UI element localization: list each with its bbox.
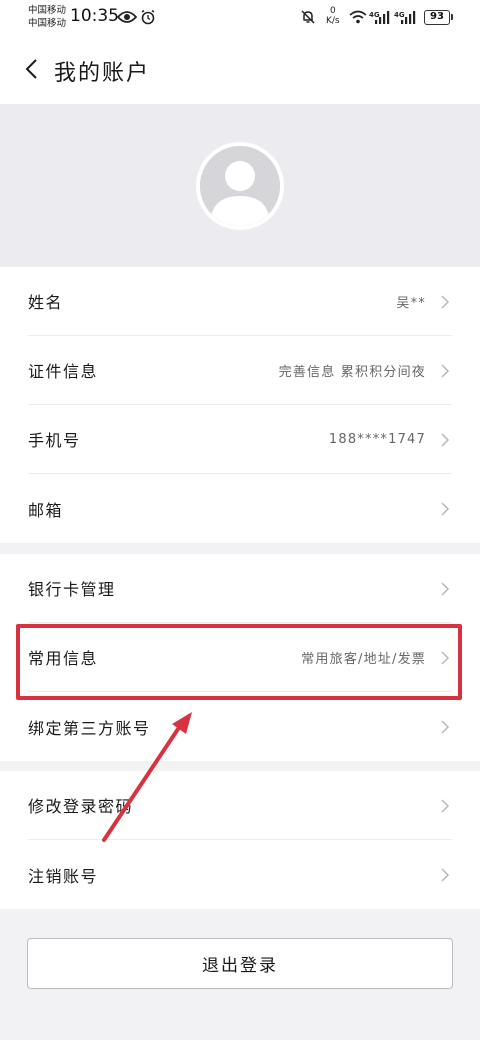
list-item-bank-cards[interactable]: 银行卡管理 bbox=[28, 554, 452, 623]
chevron-right-icon bbox=[441, 433, 450, 447]
row-label: 注销账号 bbox=[28, 866, 99, 886]
logout-button[interactable]: 退出登录 bbox=[27, 938, 453, 989]
chevron-right-icon bbox=[441, 502, 450, 516]
list-item-phone[interactable]: 手机号 188****1747 bbox=[28, 405, 452, 474]
row-label: 手机号 bbox=[28, 431, 81, 450]
clock: 10:35 bbox=[70, 6, 119, 26]
wifi-icon bbox=[349, 8, 367, 26]
net-speed-unit: K/s bbox=[326, 16, 340, 26]
row-value: 吴** bbox=[396, 295, 426, 311]
list-item-email[interactable]: 邮箱 bbox=[28, 474, 452, 543]
page-title: 我的账户 bbox=[54, 61, 151, 86]
default-user-icon bbox=[200, 146, 280, 226]
signal-1-icon bbox=[374, 8, 390, 26]
list-item-change-password[interactable]: 修改登录密码 bbox=[28, 771, 452, 840]
muted-bell-icon bbox=[300, 8, 316, 26]
security-group: 修改登录密码 注销账号 bbox=[0, 771, 480, 909]
carrier-1: 中国移动 bbox=[28, 5, 67, 16]
avatar-section bbox=[0, 104, 480, 267]
row-label: 姓名 bbox=[28, 293, 64, 312]
chevron-right-icon bbox=[441, 295, 450, 309]
eye-icon bbox=[117, 8, 137, 26]
net-speed: 0 K/s bbox=[326, 6, 340, 26]
row-value: 188****1747 bbox=[328, 431, 426, 447]
carrier-2: 中国移动 bbox=[28, 18, 67, 29]
list-item-third-party[interactable]: 绑定第三方账号 bbox=[28, 692, 452, 761]
list-item-name[interactable]: 姓名 吴** bbox=[28, 267, 452, 336]
battery-indicator: 93 bbox=[424, 10, 453, 25]
avatar[interactable] bbox=[196, 142, 284, 230]
signal-2-icon bbox=[400, 8, 416, 26]
row-label: 绑定第三方账号 bbox=[28, 718, 151, 738]
status-bar: 中国移动 中国移动 10:35 0 K/s 4G 4G 93 bbox=[0, 0, 480, 36]
profile-group: 姓名 吴** 证件信息 完善信息 累积积分间夜 手机号 188****1747 … bbox=[0, 267, 480, 543]
row-label: 证件信息 bbox=[28, 362, 99, 381]
chevron-right-icon bbox=[441, 799, 450, 813]
back-button[interactable] bbox=[14, 54, 48, 88]
chevron-right-icon bbox=[441, 651, 450, 665]
chevron-right-icon bbox=[441, 364, 450, 378]
services-group: 银行卡管理 常用信息 常用旅客/地址/发票 绑定第三方账号 bbox=[0, 554, 480, 761]
list-item-common-info[interactable]: 常用信息 常用旅客/地址/发票 bbox=[28, 623, 452, 692]
row-value: 常用旅客/地址/发票 bbox=[301, 651, 426, 667]
row-label: 常用信息 bbox=[28, 649, 99, 668]
alarm-icon bbox=[140, 8, 156, 26]
app-header: 我的账户 bbox=[0, 36, 480, 104]
net-speed-value: 0 bbox=[329, 6, 336, 16]
row-label: 邮箱 bbox=[28, 500, 64, 520]
chevron-right-icon bbox=[441, 720, 450, 734]
chevron-right-icon bbox=[441, 868, 450, 882]
chevron-left-icon bbox=[24, 58, 38, 84]
list-item-id-info[interactable]: 证件信息 完善信息 累积积分间夜 bbox=[28, 336, 452, 405]
chevron-right-icon bbox=[441, 582, 450, 596]
row-label: 银行卡管理 bbox=[28, 580, 116, 599]
list-item-delete-account[interactable]: 注销账号 bbox=[28, 840, 452, 909]
carrier-labels: 中国移动 中国移动 bbox=[28, 4, 66, 30]
row-value: 完善信息 累积积分间夜 bbox=[278, 364, 426, 380]
row-label: 修改登录密码 bbox=[28, 797, 134, 816]
